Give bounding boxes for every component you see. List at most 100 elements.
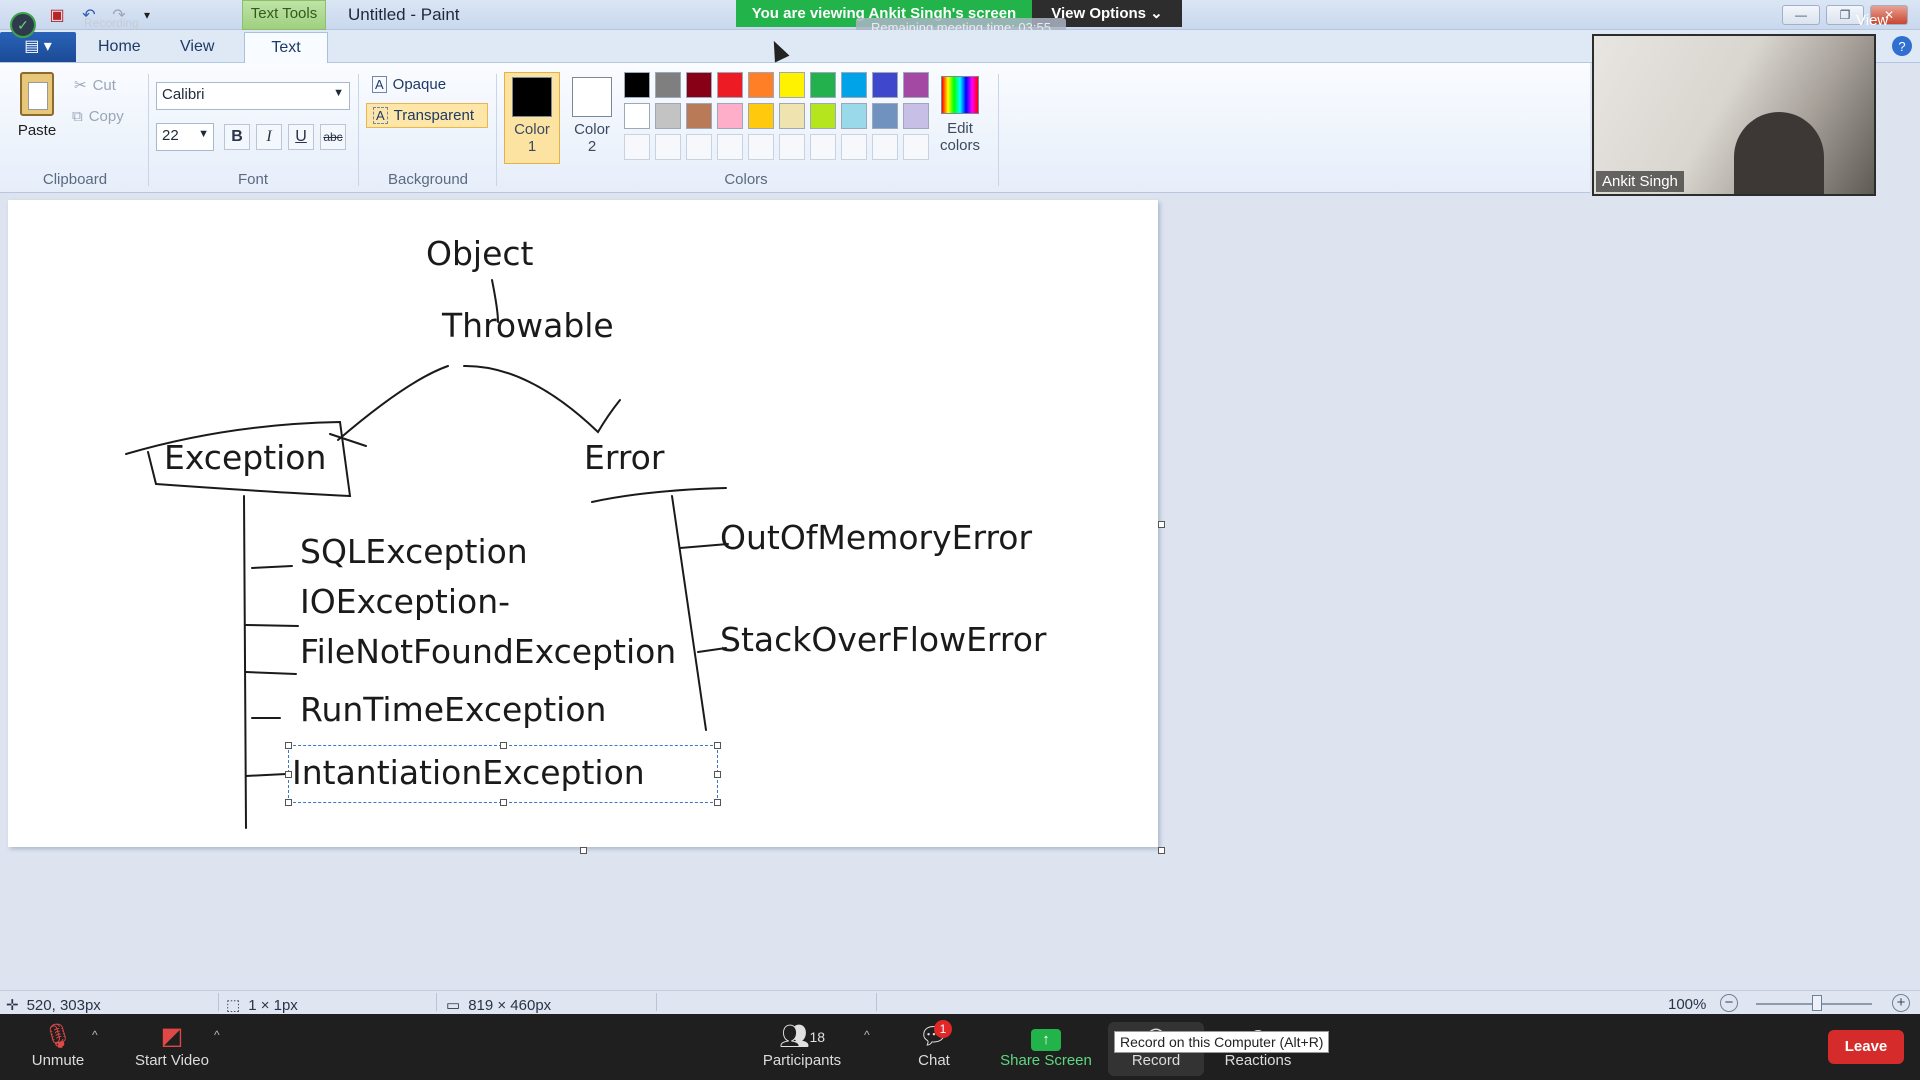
canvas-resize-handle-bottom[interactable]	[580, 847, 587, 854]
text-tools-context-tab: Text Tools	[242, 0, 326, 30]
word-throwable: Throwable	[442, 306, 614, 345]
custom-color-slot[interactable]	[748, 134, 774, 160]
transparent-button[interactable]: A Transparent	[366, 103, 488, 128]
resize-handle[interactable]	[500, 799, 507, 806]
chat-label: Chat	[918, 1052, 950, 1069]
paint-menu-button[interactable]: ▤ ▾	[0, 32, 76, 62]
palette-swatch[interactable]	[717, 72, 743, 98]
palette-swatch[interactable]	[872, 103, 898, 129]
zoom-in-button[interactable]: +	[1892, 994, 1910, 1012]
palette-swatch[interactable]	[655, 72, 681, 98]
color1-button[interactable]: Color 1	[504, 72, 560, 164]
resize-handle[interactable]	[714, 742, 721, 749]
palette-swatch[interactable]	[655, 103, 681, 129]
custom-color-slot[interactable]	[717, 134, 743, 160]
branch-instantiation	[245, 773, 287, 777]
palette-swatch[interactable]	[779, 103, 805, 129]
view-label[interactable]: View	[1856, 12, 1888, 29]
paste-button[interactable]: Paste	[14, 72, 60, 139]
resize-handle[interactable]	[714, 771, 721, 778]
resize-handle[interactable]	[285, 771, 292, 778]
opaque-button[interactable]: A Opaque	[366, 72, 488, 97]
palette-swatch[interactable]	[779, 72, 805, 98]
zoom-slider-thumb[interactable]	[1812, 995, 1822, 1011]
tab-text[interactable]: Text	[244, 32, 328, 64]
background-group-label: Background	[387, 171, 469, 188]
palette-swatch[interactable]	[841, 72, 867, 98]
chat-button[interactable]: 💬︎ 1 Chat	[910, 1020, 958, 1069]
palette-swatch[interactable]	[872, 72, 898, 98]
canvas-resize-handle-right[interactable]	[1158, 521, 1165, 528]
custom-color-slot[interactable]	[841, 134, 867, 160]
participant-video-image	[1734, 112, 1824, 194]
tab-home[interactable]: Home	[98, 38, 141, 56]
palette-swatch[interactable]	[903, 103, 929, 129]
palette-swatch[interactable]	[841, 103, 867, 129]
custom-color-slot[interactable]	[903, 134, 929, 160]
font-size-select[interactable]: 22 ▼	[156, 123, 214, 151]
palette-swatch[interactable]	[624, 103, 650, 129]
canvas-resize-handle-corner[interactable]	[1158, 847, 1165, 854]
copy-button[interactable]: ⧉ Copy	[72, 108, 124, 125]
help-icon[interactable]: ?	[1892, 36, 1912, 56]
resize-handle[interactable]	[500, 742, 507, 749]
text-selection-box[interactable]	[285, 742, 721, 806]
custom-color-slot[interactable]	[624, 134, 650, 160]
separator	[998, 74, 999, 186]
unmute-button[interactable]: 🎙︎ Unmute	[28, 1022, 88, 1069]
cut-button[interactable]: ✂ Cut	[74, 76, 116, 95]
start-video-button[interactable]: ◩ Start Video	[132, 1022, 212, 1069]
custom-color-slot[interactable]	[810, 134, 836, 160]
audio-options-caret-icon[interactable]: ^	[92, 1028, 98, 1042]
custom-color-slot[interactable]	[872, 134, 898, 160]
selection-icon: ⬚	[226, 997, 241, 1014]
palette-swatch[interactable]	[903, 72, 929, 98]
separator	[496, 74, 497, 186]
separator	[656, 993, 657, 1011]
palette-swatch[interactable]	[810, 103, 836, 129]
color2-button[interactable]: Color 2	[564, 72, 620, 164]
palette-swatch[interactable]	[686, 103, 712, 129]
share-screen-button[interactable]: ↑ Share Screen	[996, 1022, 1096, 1069]
zoom-out-button[interactable]: −	[1720, 994, 1738, 1012]
word-sqlexception: SQLException	[300, 532, 528, 571]
tab-view[interactable]: View	[180, 38, 214, 56]
underline-button[interactable]: U	[288, 124, 314, 150]
leave-button[interactable]: Leave	[1828, 1030, 1904, 1064]
selection-size-value: 1 × 1px	[248, 996, 298, 1014]
edit-colors-button[interactable]: Edit colors	[932, 72, 988, 154]
resize-handle[interactable]	[285, 742, 292, 749]
branch-sql	[251, 565, 293, 569]
save-icon[interactable]: ▣	[46, 4, 68, 26]
strikethrough-button[interactable]: abc	[320, 124, 346, 150]
window-title: Untitled - Paint	[348, 5, 460, 24]
palette-swatch[interactable]	[624, 72, 650, 98]
minimize-button[interactable]: —	[1782, 5, 1820, 25]
participants-button[interactable]: 👥︎18 Participants	[756, 1022, 848, 1069]
italic-button[interactable]: I	[256, 124, 282, 150]
palette-swatch[interactable]	[717, 103, 743, 129]
copy-icon: ⧉	[72, 108, 83, 125]
custom-color-slot[interactable]	[655, 134, 681, 160]
resize-handle[interactable]	[285, 799, 292, 806]
palette-swatch[interactable]	[748, 103, 774, 129]
word-outofmemoryerror: OutOfMemoryError	[720, 518, 1033, 557]
customize-quick-access-icon[interactable]: ▾	[138, 4, 156, 26]
custom-color-slot[interactable]	[779, 134, 805, 160]
participant-video-tile[interactable]: Ankit Singh	[1592, 34, 1876, 196]
clipboard-icon	[20, 72, 54, 116]
paint-canvas[interactable]: Object Throwable Exception Error SQLExce…	[8, 200, 1158, 847]
resize-handle[interactable]	[714, 799, 721, 806]
word-exception: Exception	[164, 438, 327, 477]
font-family-select[interactable]: Calibri ▼	[156, 82, 350, 110]
palette-swatch[interactable]	[810, 72, 836, 98]
palette-swatch[interactable]	[686, 72, 712, 98]
separator	[148, 74, 149, 186]
participants-options-caret-icon[interactable]: ^	[864, 1028, 870, 1042]
unmute-label: Unmute	[31, 1052, 85, 1069]
word-error: Error	[584, 438, 665, 477]
palette-swatch[interactable]	[748, 72, 774, 98]
bold-button[interactable]: B	[224, 124, 250, 150]
video-options-caret-icon[interactable]: ^	[214, 1028, 220, 1042]
custom-color-slot[interactable]	[686, 134, 712, 160]
